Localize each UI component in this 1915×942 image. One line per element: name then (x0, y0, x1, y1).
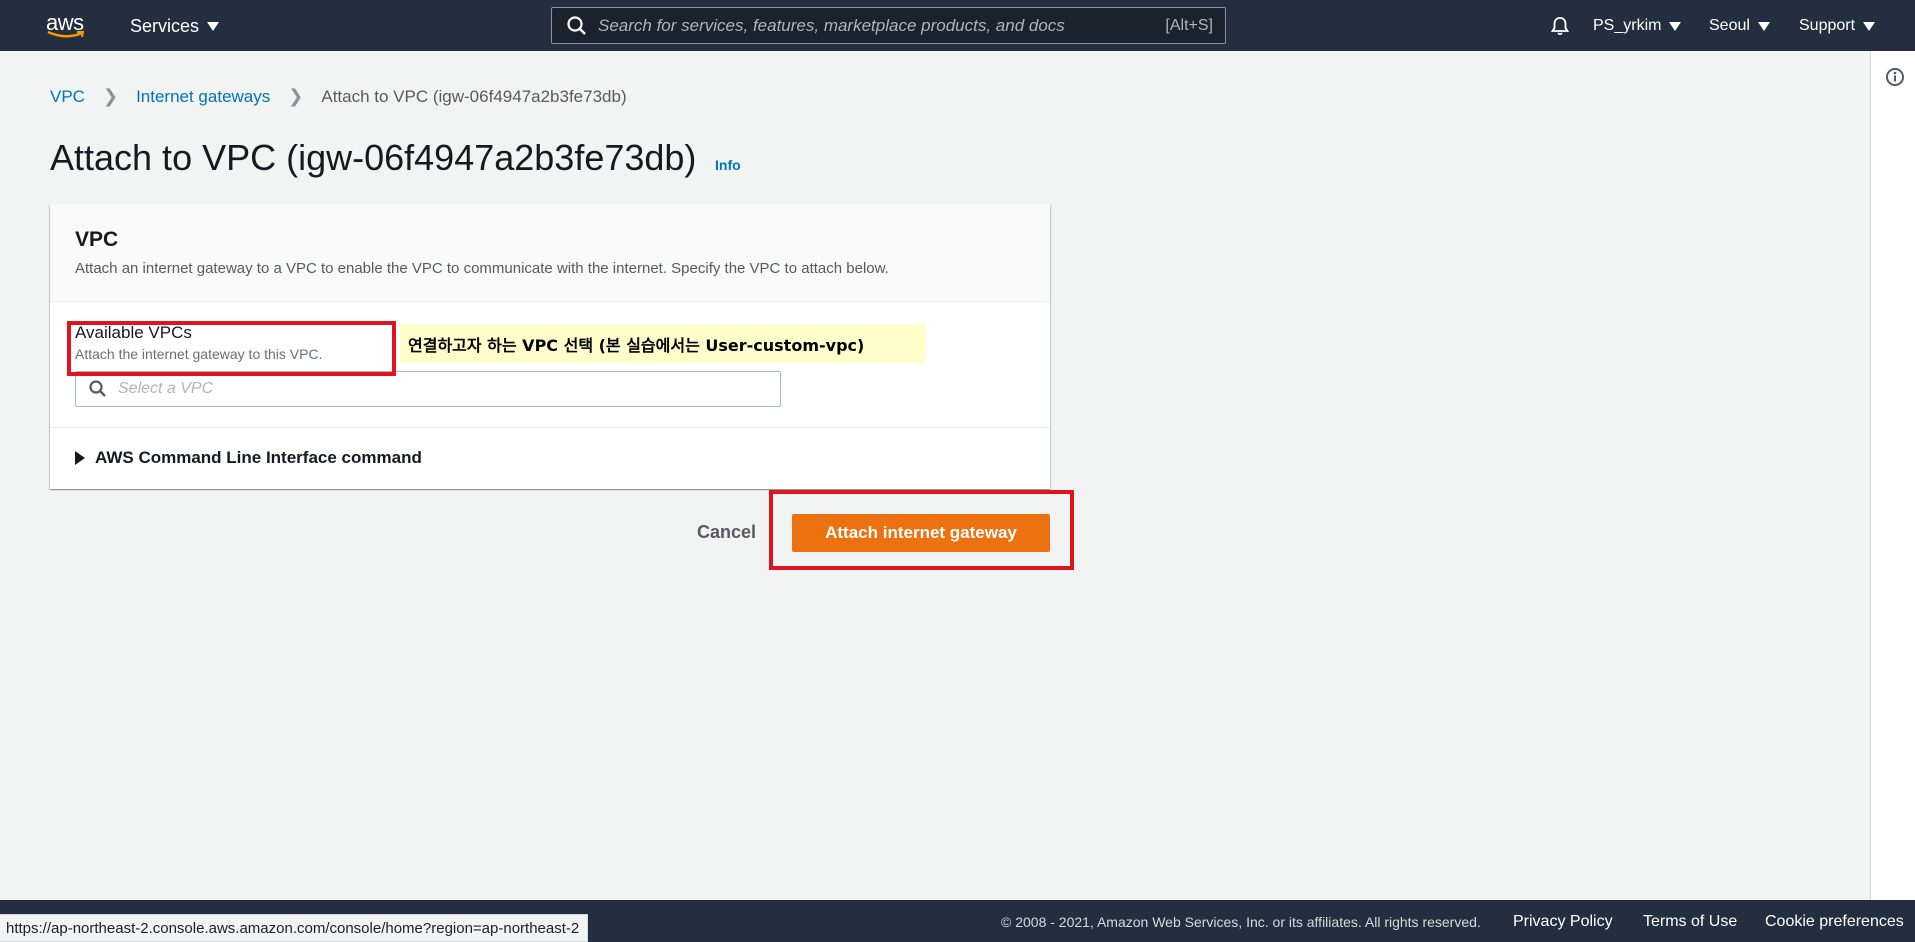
info-link[interactable]: Info (715, 157, 741, 173)
global-search[interactable]: [Alt+S] (551, 7, 1226, 44)
services-label: Services (130, 16, 200, 36)
panel-heading: VPC (75, 228, 119, 251)
chevron-right-icon: ❯ (102, 86, 119, 106)
support-label: Support (1799, 17, 1856, 34)
page-title: Attach to VPC (igw-06f4947a2b3fe73db) (50, 137, 697, 178)
aws-smile-icon (47, 30, 85, 38)
panel-description: Attach an internet gateway to a VPC to e… (75, 260, 889, 277)
panel-header: VPC Attach an internet gateway to a VPC … (50, 204, 1050, 302)
terms-of-use-link[interactable]: Terms of Use (1643, 913, 1737, 931)
highlight-box-available-vpcs (67, 321, 396, 376)
aws-logo-icon[interactable]: aws (46, 12, 90, 40)
vpc-select[interactable] (75, 371, 781, 407)
cookie-preferences-link[interactable]: Cookie preferences (1765, 913, 1904, 931)
vpc-select-input[interactable] (118, 380, 780, 398)
breadcrumb: VPC ❯ Internet gateways ❯ Attach to VPC … (50, 86, 627, 107)
cancel-button[interactable]: Cancel (697, 522, 756, 543)
search-icon (89, 380, 106, 397)
cli-command-label: AWS Command Line Interface command (95, 448, 422, 467)
account-label: PS_yrkim (1593, 17, 1662, 34)
help-panel-strip (1870, 51, 1915, 900)
caret-down-icon (1669, 21, 1682, 31)
region-label: Seoul (1709, 17, 1750, 34)
region-menu[interactable]: Seoul (1709, 17, 1770, 35)
breadcrumb-current: Attach to VPC (igw-06f4947a2b3fe73db) (321, 86, 627, 106)
highlight-box-attach-button (769, 490, 1074, 570)
privacy-policy-link[interactable]: Privacy Policy (1513, 913, 1613, 931)
panel-divider (50, 427, 1050, 428)
support-menu[interactable]: Support (1799, 17, 1876, 35)
chevron-right-icon: ❯ (288, 86, 304, 106)
caret-right-icon (75, 451, 85, 465)
bell-icon[interactable] (1549, 15, 1571, 37)
search-input[interactable] (598, 15, 1166, 36)
search-shortcut: [Alt+S] (1165, 16, 1213, 34)
caret-down-icon (1863, 21, 1876, 31)
breadcrumb-internet-gateways[interactable]: Internet gateways (136, 87, 270, 107)
search-icon (567, 15, 586, 35)
info-circle-icon[interactable] (1885, 67, 1905, 87)
account-menu[interactable]: PS_yrkim (1593, 17, 1682, 35)
caret-down-icon (207, 22, 220, 31)
annotation-note: 연결하고자 하는 VPC 선택 (본 실습에서는 User-custom-vpc… (400, 324, 926, 363)
services-menu[interactable]: Services (130, 16, 220, 37)
caret-down-icon (1757, 21, 1770, 31)
status-bar-url: https://ap-northeast-2.console.aws.amazo… (0, 914, 589, 942)
copyright-text: © 2008 - 2021, Amazon Web Services, Inc.… (1001, 914, 1481, 930)
cli-command-expander[interactable]: AWS Command Line Interface command (75, 448, 422, 468)
breadcrumb-vpc[interactable]: VPC (50, 87, 85, 107)
top-navigation: aws Services [Alt+S] PS_yrkim Seoul Supp… (0, 0, 1915, 51)
